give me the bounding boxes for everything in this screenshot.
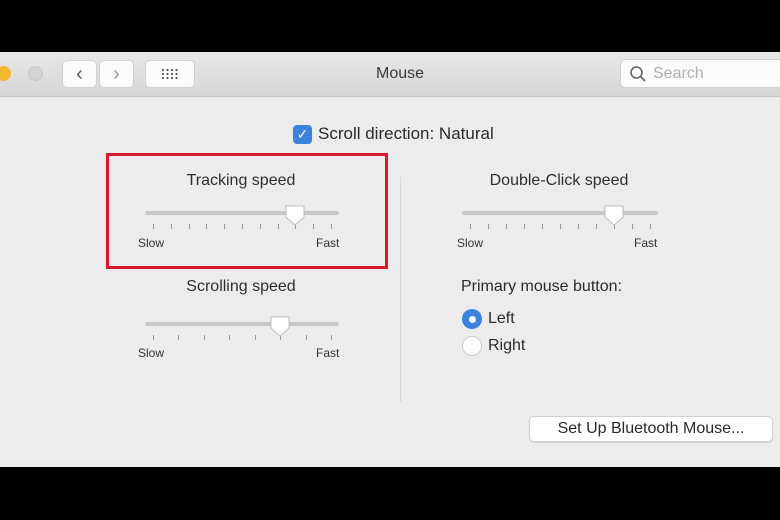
slider-tick <box>560 224 561 229</box>
slider-tick <box>277 224 279 229</box>
radio-right-label: Right <box>488 337 526 354</box>
checkmark-icon: ✓ <box>293 124 312 144</box>
slider-tick <box>203 335 205 340</box>
scrolling-fast-label: Fast <box>316 346 340 360</box>
slider-track[interactable] <box>462 211 658 215</box>
slider-tick <box>488 224 489 229</box>
scroll-direction-checkbox[interactable]: ✓ Scroll direction: Natural <box>293 124 494 144</box>
slider-tick <box>229 335 231 340</box>
slider-tick <box>632 224 633 229</box>
scrolling-speed-label: Scrolling speed <box>186 278 296 295</box>
radio-left-label: Left <box>488 310 515 327</box>
slider-tick <box>524 224 525 229</box>
slider-tick <box>331 224 332 229</box>
slider-tick <box>170 224 172 229</box>
slider-tick <box>206 224 208 229</box>
double-click-slow-label: Slow <box>457 236 484 250</box>
slider-tick <box>331 335 332 340</box>
primary-button-label: Primary mouse button: <box>461 278 622 295</box>
slider-tick <box>254 335 256 340</box>
slider-track[interactable] <box>145 322 339 326</box>
set-up-bluetooth-mouse-button[interactable]: Set Up Bluetooth Mouse... <box>529 416 773 442</box>
slider-tick <box>305 335 307 340</box>
slider-thumb[interactable] <box>284 204 306 226</box>
column-divider <box>400 177 401 402</box>
slider-tick <box>313 224 315 229</box>
tracking-speed-slider[interactable] <box>145 205 339 245</box>
slider-track[interactable] <box>145 211 339 215</box>
slider-tick <box>188 224 190 229</box>
radio-unselected-icon <box>462 336 482 356</box>
double-click-speed-slider[interactable] <box>462 205 658 245</box>
tracking-speed-label: Tracking speed <box>186 172 296 189</box>
slider-thumb[interactable] <box>603 204 625 226</box>
radio-selected-icon <box>462 309 482 329</box>
tracking-fast-label: Fast <box>316 236 340 250</box>
slider-tick <box>259 224 261 229</box>
radio-right[interactable]: Right <box>462 336 525 356</box>
double-click-fast-label: Fast <box>634 236 658 250</box>
slider-tick <box>224 224 226 229</box>
slider-tick <box>242 224 243 229</box>
slider-tick <box>596 224 597 229</box>
slider-tick <box>153 335 154 340</box>
title-bar: ‹ › Mouse Search <box>0 52 780 97</box>
slider-tick <box>542 224 543 229</box>
slider-tick <box>470 224 471 229</box>
slider-tick <box>650 224 651 229</box>
scroll-direction-label: Scroll direction: Natural <box>318 124 494 143</box>
slider-tick <box>178 335 180 340</box>
search-field[interactable]: Search <box>620 59 780 88</box>
slider-thumb[interactable] <box>269 315 291 337</box>
radio-left[interactable]: Left <box>462 309 515 329</box>
double-click-speed-label: Double-Click speed <box>489 172 629 189</box>
slider-tick <box>153 224 154 229</box>
slider-tick <box>506 224 507 229</box>
scrolling-speed-slider[interactable] <box>145 316 339 356</box>
scrolling-slow-label: Slow <box>138 346 165 360</box>
search-icon <box>630 65 646 82</box>
slider-tick <box>578 224 579 229</box>
tracking-slow-label: Slow <box>138 236 165 250</box>
mouse-preferences-window: ‹ › Mouse Search ✓ Scroll direction: Nat… <box>0 52 780 467</box>
search-placeholder: Search <box>653 64 704 82</box>
